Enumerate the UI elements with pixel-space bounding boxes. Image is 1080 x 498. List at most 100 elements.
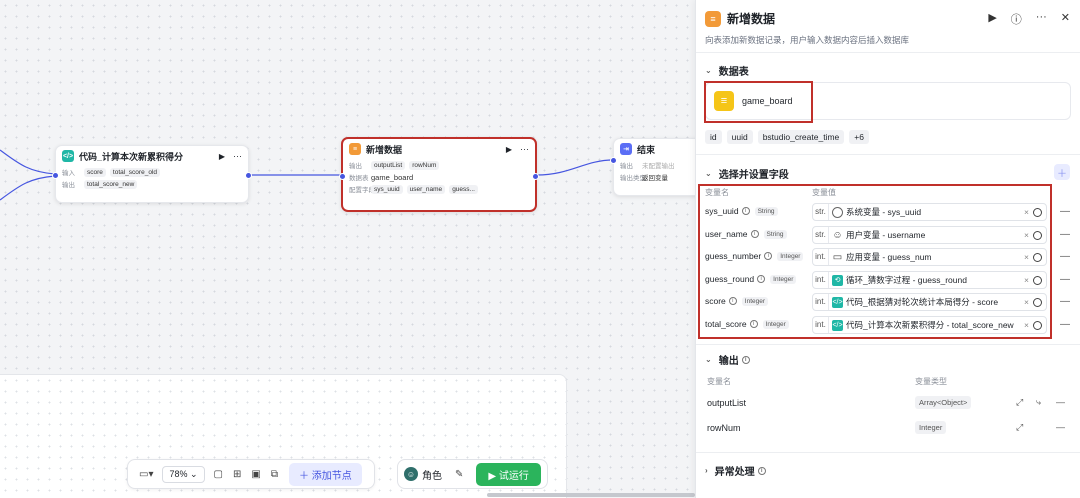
more-icon[interactable]: ···	[520, 144, 529, 154]
section-title: 异常处理	[714, 467, 755, 478]
column-tag: bstudio_create_time	[757, 130, 845, 144]
more-icon[interactable]: ···	[233, 151, 242, 161]
output-row: rowNum Integer ⤢ —	[696, 417, 1080, 439]
code-node[interactable]: </> 代码_计算本次新累积得分 ▶ ··· 输入 score total_sc…	[52, 145, 252, 203]
out-type-header: 变量类型	[915, 377, 947, 386]
input-port[interactable]	[339, 173, 346, 180]
output-label: 输出	[620, 163, 633, 170]
end-node[interactable]: ⇥ 结束 输出 未配置输出 输出类型 返回变量	[610, 138, 703, 196]
node-title: 代码_计算本次新累积得分	[79, 151, 184, 162]
expand-icon[interactable]: ⤢	[1016, 422, 1023, 433]
input-label: 输入	[62, 170, 75, 177]
table-label: 数据表	[349, 175, 369, 182]
type-label: 输出类型	[620, 175, 646, 182]
horizontal-scrollbar[interactable]	[487, 493, 695, 497]
output-tag: total_score_new	[84, 179, 138, 189]
highlight-box	[704, 81, 813, 123]
more-columns-tag[interactable]: +6	[849, 130, 869, 144]
workflow-canvas[interactable]: </> 代码_计算本次新累积得分 ▶ ··· 输入 score total_sc…	[0, 0, 703, 498]
code-icon: </>	[62, 150, 74, 162]
out-name-header: 变量名	[707, 377, 731, 386]
node-title: 结束	[637, 144, 656, 155]
panel-title: 新增数据	[727, 12, 776, 26]
info-icon[interactable]: i	[741, 355, 750, 364]
help-icon[interactable]: ⓘ	[1011, 11, 1022, 27]
database-icon: ≡	[349, 143, 361, 155]
node-title: 新增数据	[366, 144, 403, 155]
field-tag: sys_uuid	[371, 184, 403, 194]
output-port[interactable]	[532, 173, 539, 180]
output-type: Array<Object>	[915, 396, 972, 409]
add-field-button[interactable]: ＋	[1054, 164, 1070, 180]
comment-icon[interactable]: ▢	[214, 469, 223, 480]
fields-section-header[interactable]: ⌄ 选择并设置字段	[705, 166, 789, 181]
panel-description: 向表添加新数据记录，用户输入数据内容后插入数据库	[705, 35, 910, 45]
remove-field-icon[interactable]: —	[1060, 296, 1070, 307]
play-icon[interactable]: ▶	[506, 145, 512, 154]
chevron-down-icon: ⌄	[705, 66, 712, 75]
layout-icon[interactable]: ⊞	[233, 469, 241, 480]
test-run-label: 试运行	[498, 470, 529, 482]
input-port[interactable]	[610, 157, 617, 164]
remove-field-icon[interactable]: —	[1060, 229, 1070, 240]
section-title: 数据表	[718, 67, 749, 78]
end-icon: ⇥	[620, 143, 632, 155]
zoom-select[interactable]: 78% ⌄	[162, 465, 205, 483]
more-icon[interactable]: ···	[1036, 11, 1047, 27]
output-port[interactable]	[245, 172, 252, 179]
table-name: game_board	[371, 172, 414, 182]
column-list: id uuid bstudio_create_time +6	[705, 130, 869, 144]
branch-icon[interactable]: ⤷	[1036, 397, 1041, 408]
add-node-label: 添加节点	[311, 470, 352, 482]
output-section-header[interactable]: ⌄ 输出 i	[705, 352, 753, 367]
tool-icon[interactable]: ✎	[455, 469, 463, 480]
input-port[interactable]	[52, 172, 59, 179]
more-icon[interactable]: —	[1056, 422, 1065, 432]
table-section-header[interactable]: ⌄ 数据表	[705, 63, 749, 78]
test-run-button[interactable]: ▶ 试运行	[476, 462, 541, 486]
input-tag: total_score_old	[109, 167, 160, 177]
highlight-box	[698, 184, 1052, 339]
run-toolbar: ☺ 角色 ✎ ▶ 试运行	[397, 459, 548, 489]
output-label: 输出	[62, 182, 75, 189]
remove-field-icon[interactable]: —	[1060, 251, 1070, 262]
chevron-right-icon: ›	[705, 466, 708, 475]
field-tag: user_name	[406, 184, 446, 194]
role-button[interactable]: ☺ 角色	[404, 467, 442, 482]
role-label: 角色	[422, 470, 442, 482]
remove-field-icon[interactable]: —	[1060, 274, 1070, 285]
add-node-button[interactable]: ＋ 添加节点	[288, 462, 362, 486]
output-name: rowNum	[707, 423, 741, 433]
section-title: 输出	[718, 356, 739, 367]
section-title: 选择并设置字段	[718, 170, 789, 181]
output-name: outputList	[707, 398, 747, 408]
image-icon[interactable]: ▣	[251, 469, 260, 480]
play-icon[interactable]: ▶	[219, 152, 225, 161]
chevron-down-icon: ⌄	[705, 169, 712, 178]
add-data-node[interactable]: ≡ 新增数据 ▶ ··· 输出 outputList rowNum 数据表 ga…	[339, 137, 539, 212]
remove-field-icon[interactable]: —	[1060, 206, 1070, 217]
field-tag: guess...	[449, 184, 478, 194]
node-config-panel: ≡ 新增数据 向表添加新数据记录，用户输入数据内容后插入数据库 ▶ ⓘ ··· …	[695, 0, 1080, 498]
expand-icon[interactable]: ⤢	[1016, 397, 1023, 408]
remove-field-icon[interactable]: —	[1060, 319, 1070, 330]
output-tag: rowNum	[409, 160, 440, 170]
column-tag: uuid	[726, 130, 753, 144]
database-icon: ≡	[705, 10, 721, 27]
minimap-icon[interactable]: ▭▾	[139, 469, 153, 480]
more-icon[interactable]: —	[1056, 397, 1065, 407]
type-value: 返回变量	[642, 175, 668, 182]
play-icon[interactable]: ▶	[988, 11, 996, 27]
canvas-toolbar: ▭▾ 78% ⌄ ▢ ⊞ ▣ ⧉ ＋ 添加节点	[127, 459, 375, 489]
output-tag: outputList	[371, 160, 406, 170]
output-row: outputList Array<Object> ⤢ ⤷ —	[696, 392, 1080, 414]
close-icon[interactable]: ✕	[1061, 11, 1070, 27]
input-tag: score	[84, 167, 106, 177]
info-icon[interactable]: i	[757, 466, 766, 475]
column-tag: id	[705, 130, 722, 144]
error-section-header[interactable]: › 异常处理 i	[705, 463, 769, 478]
zoom-value: 78%	[169, 468, 188, 479]
output-value: 未配置输出	[642, 163, 675, 170]
fields-label: 配置字段	[349, 187, 375, 194]
fit-icon[interactable]: ⧉	[271, 469, 278, 480]
